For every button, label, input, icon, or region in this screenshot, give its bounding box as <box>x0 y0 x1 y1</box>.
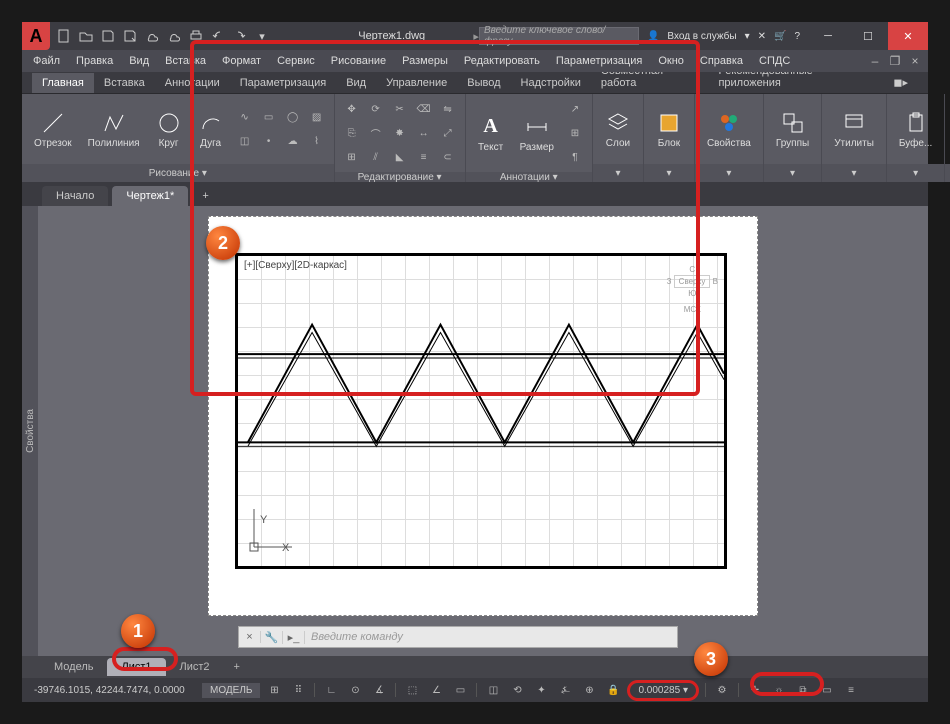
annotation-pill-1 <box>112 647 178 671</box>
tab-insert[interactable]: Вставка <box>94 73 155 93</box>
qat-save-icon[interactable] <box>100 28 116 44</box>
coordinates-readout[interactable]: -39746.1015, 42244.7474, 0.0000 <box>28 685 198 696</box>
ortho-toggle-icon[interactable]: ∟ <box>321 681 341 699</box>
tab-drawing1[interactable]: Чертеж1* <box>112 186 188 206</box>
add-layout-button[interactable]: + <box>224 658 250 676</box>
circle-button[interactable]: Круг <box>150 108 188 151</box>
minimize-button[interactable]: ─ <box>808 22 848 50</box>
clipboard-button[interactable]: Буфе... <box>893 108 938 151</box>
annotation-frame-2 <box>190 40 700 396</box>
properties-palette-collapsed[interactable]: Свойства <box>22 206 38 656</box>
menu-edit[interactable]: Правка <box>69 53 120 69</box>
close-button[interactable]: ✕ <box>888 22 928 50</box>
tab-start[interactable]: Начало <box>42 186 108 206</box>
callout-2: 2 <box>206 226 240 260</box>
help-icon[interactable]: ? <box>794 31 800 42</box>
cmd-settings-icon[interactable]: 🔧 <box>261 631 283 644</box>
mdi-minimize-icon[interactable]: – <box>866 54 884 68</box>
cmd-prompt-icon: ▸_ <box>283 631 305 644</box>
snap-toggle-icon[interactable]: ⠿ <box>288 681 308 699</box>
osnap-toggle-icon[interactable]: ⬚ <box>402 681 422 699</box>
qat-cloud-save-icon[interactable] <box>166 28 182 44</box>
ribbon-expand-icon[interactable]: ◼▸ <box>883 72 918 93</box>
properties-button[interactable]: Свойства <box>701 108 757 151</box>
tab-home[interactable]: Главная <box>32 73 94 93</box>
otrack-toggle-icon[interactable]: ∠ <box>426 681 446 699</box>
cart-icon[interactable]: 🛒 <box>774 31 786 42</box>
cmd-input[interactable]: Введите команду <box>305 631 677 643</box>
qat-saveas-icon[interactable] <box>122 28 138 44</box>
lineweight-toggle-icon[interactable]: ▭ <box>450 681 470 699</box>
customize-icon[interactable]: ≡ <box>841 681 861 699</box>
polyline-button[interactable]: Полилиния <box>82 108 146 151</box>
annoauto-icon[interactable]: ⊕ <box>579 681 599 699</box>
mdi-restore-icon[interactable]: ❐ <box>886 54 904 68</box>
mdi-close-icon[interactable]: × <box>906 54 924 68</box>
viewport-scale[interactable]: 0.000285 ▾ <box>627 680 699 701</box>
callout-1: 1 <box>121 614 155 648</box>
cmd-close-icon[interactable]: × <box>239 631 261 643</box>
menu-spds[interactable]: СПДС <box>752 53 797 69</box>
window-controls: ─ ☐ ✕ <box>808 22 928 50</box>
qat-open-icon[interactable] <box>78 28 94 44</box>
callout-3: 3 <box>694 642 728 676</box>
tab-model[interactable]: Модель <box>40 658 107 676</box>
transp-toggle-icon[interactable]: ◫ <box>483 681 503 699</box>
annotation-pill-3 <box>750 672 824 696</box>
exchange-icon[interactable]: ✕ <box>758 31 766 42</box>
menu-file[interactable]: Файл <box>26 53 67 69</box>
polar-toggle-icon[interactable]: ⊙ <box>345 681 365 699</box>
maximize-button[interactable]: ☐ <box>848 22 888 50</box>
menu-help[interactable]: Справка <box>693 53 750 69</box>
ucs-icon: YX <box>248 503 298 556</box>
app-logo-icon[interactable]: A <box>22 22 50 50</box>
utilities-button[interactable]: Утилиты <box>828 108 880 151</box>
panel-clipboard: Буфе... ▾ <box>887 94 945 182</box>
panel-groups: Группы ▾ <box>764 94 822 182</box>
line-button[interactable]: Отрезок <box>28 108 78 151</box>
panel-view: Вид ▾ <box>945 94 950 182</box>
cycling-icon[interactable]: ⟲ <box>507 681 527 699</box>
isodraft-toggle-icon[interactable]: ∡ <box>369 681 389 699</box>
command-line[interactable]: × 🔧 ▸_ Введите команду <box>238 626 678 648</box>
lock-viewport-icon[interactable]: 🔒 <box>603 681 623 699</box>
menu-view[interactable]: Вид <box>122 53 156 69</box>
panel-utilities: Утилиты ▾ <box>822 94 887 182</box>
annomonitor-icon[interactable]: ✦ <box>531 681 551 699</box>
workspace-switch-icon[interactable]: ⚙ <box>712 681 732 699</box>
qat-cloud-open-icon[interactable] <box>144 28 160 44</box>
qat-new-icon[interactable] <box>56 28 72 44</box>
groups-button[interactable]: Группы <box>770 108 815 151</box>
panel-properties: Свойства ▾ <box>695 94 764 182</box>
grid-toggle-icon[interactable]: ⊞ <box>264 681 284 699</box>
annoscale-icon[interactable]: ⍼ <box>555 681 575 699</box>
model-space-toggle[interactable]: МОДЕЛЬ <box>202 683 260 698</box>
